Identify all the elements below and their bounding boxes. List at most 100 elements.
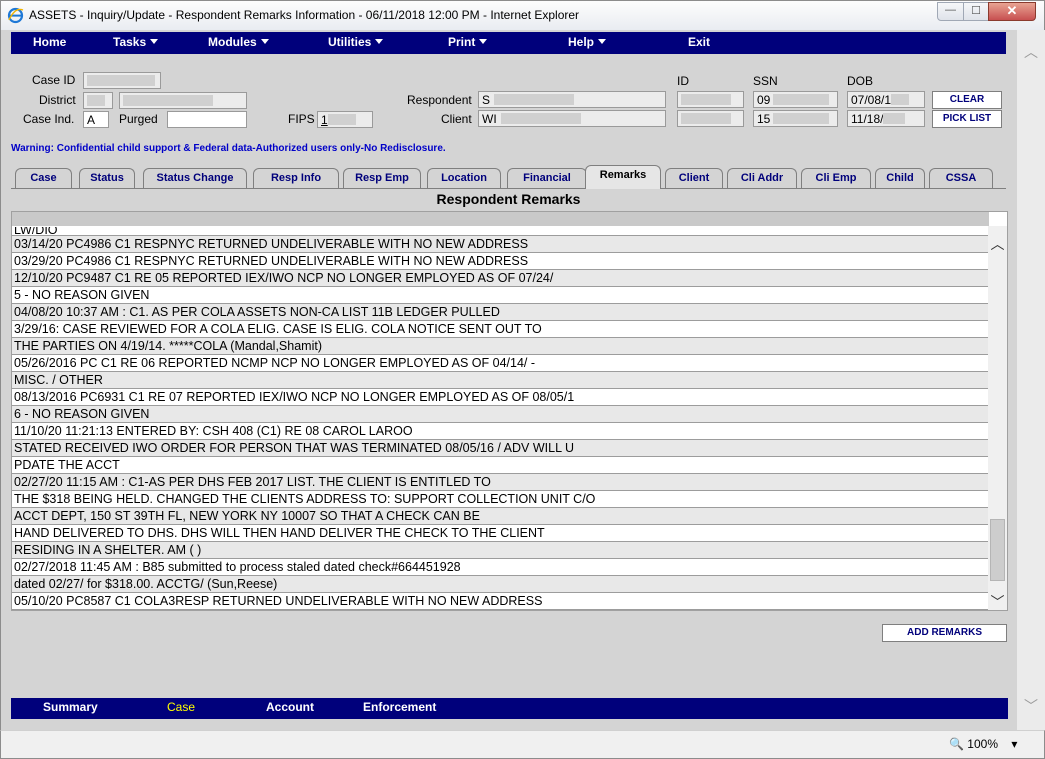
clear-button[interactable]: CLEAR [932,91,1002,109]
respondent-name-field[interactable]: S [478,91,666,108]
client-dob-field[interactable]: 11/18/ [847,110,925,127]
bottom-nav-case[interactable]: Case [167,700,195,714]
tab-bar: Case Status Status Change Resp Info Resp Emp… [11,165,1006,189]
remarks-scrollbar[interactable]: ︿ ﹀ [988,226,1007,610]
redacted-value [891,94,910,105]
tab-financial[interactable]: Financial [507,168,587,188]
case-ind-field[interactable]: A [83,111,109,128]
chevron-down-icon [150,39,159,44]
close-button[interactable]: ✕ [988,2,1036,21]
internet-explorer-icon [7,7,24,24]
nav-utilities[interactable]: Utilities [328,35,384,49]
redacted-value [883,113,906,124]
remark-line: 03/29/20 PC4986 C1 RESPNYC RETURNED UNDE… [12,253,989,270]
pick-list-button[interactable]: PICK LIST [932,110,1002,128]
nav-modules[interactable]: Modules [208,35,269,49]
remark-line: 3/29/16: CASE REVIEWED FOR A COLA ELIG. … [12,321,989,338]
remark-line: LW/DIO [12,227,989,236]
remark-line: 02/27/2018 11:45 AM : B85 submitted to p… [12,559,989,576]
nav-print-label: Print [448,35,476,49]
zoom-icon: 🔍 [949,737,964,751]
page-scroll-down-icon[interactable]: ﹀ [1017,696,1045,716]
case-id-label: Case ID [32,73,76,87]
respondent-id-field[interactable] [677,91,744,108]
remark-line: MISC. / OTHER [12,372,989,389]
page-scrollbar[interactable]: ︿ ﹀ [1017,30,1045,730]
remarks-list: LW/DIO 03/14/20 PC4986 C1 RESPNYC RETURNE… [12,227,989,610]
redacted-value [123,95,213,106]
fips-field[interactable]: 1 [317,111,373,128]
remark-line: 04/08/20 10:37 AM : C1. AS PER COLA ASSE… [12,304,989,321]
scroll-down-icon[interactable]: ﹀ [988,592,1007,610]
tab-status[interactable]: Status [79,168,135,188]
redacted-value [681,113,731,124]
client-name-field[interactable]: WI [478,110,666,127]
purged-label: Purged [119,112,158,126]
chevron-down-icon [479,39,488,44]
remark-line: 08/13/2016 PC6931 C1 RE 07 REPORTED IEX/… [12,389,989,406]
remark-line: 02/27/20 11:15 AM : C1-AS PER DHS FEB 20… [12,474,989,491]
fips-value: 1 [321,113,328,127]
client-ssn-field[interactable]: 15 [753,110,838,127]
scroll-up-icon[interactable]: ︿ [988,234,1007,252]
redacted-value [681,94,731,105]
chevron-down-icon[interactable]: ▾ [1011,737,1017,751]
tab-remarks[interactable]: Remarks [585,165,661,189]
nav-tasks[interactable]: Tasks [113,35,159,49]
nav-home-label: Home [33,35,67,49]
tab-resp-emp[interactable]: Resp Emp [343,168,421,188]
window-title: ASSETS - Inquiry/Update - Respondent Rem… [29,8,580,22]
bottom-nav-summary[interactable]: Summary [43,700,98,714]
tab-status-change[interactable]: Status Change [143,168,247,188]
page-scroll-up-icon[interactable]: ︿ [1017,42,1045,62]
section-title: Respondent Remarks [436,191,581,207]
confidentiality-warning: Warning: Confidential child support & Fe… [11,143,446,154]
purged-field[interactable] [167,111,247,128]
zoom-control[interactable]: 🔍 100% ▾ [949,737,1017,751]
nav-home[interactable]: Home [33,35,66,49]
tab-location[interactable]: Location [427,168,501,188]
nav-help[interactable]: Help [568,35,607,49]
tab-child[interactable]: Child [875,168,925,188]
tab-client[interactable]: Client [665,168,723,188]
tab-cssa[interactable]: CSSA [929,168,993,188]
bottom-nav-enforcement[interactable]: Enforcement [363,700,436,714]
redacted-value [87,95,105,106]
nav-print[interactable]: Print [448,35,488,49]
nav-exit-label: Exit [688,35,711,49]
nav-exit[interactable]: Exit [688,35,710,49]
tab-resp-info[interactable]: Resp Info [253,168,339,188]
remark-line: HAND DELIVERED TO DHS. DHS WILL THEN HAN… [12,525,989,542]
tab-cli-addr[interactable]: Cli Addr [727,168,797,188]
respondent-label: Respondent [407,93,472,107]
maximize-button[interactable]: ☐ [963,2,989,21]
remark-line: dated 02/27/ for $318.00. ACCTG/ (Sun,Re… [12,576,989,593]
tab-case[interactable]: Case [15,168,72,188]
remark-line: 5 - NO REASON GIVEN [12,287,989,304]
case-id-field[interactable] [83,72,161,89]
remark-line: THE $318 BEING HELD. CHANGED THE CLIENTS… [12,491,989,508]
respondent-dob-field[interactable]: 07/08/1 [847,91,925,108]
client-name-value: WI [482,112,497,126]
add-remarks-button[interactable]: ADD REMARKS [882,624,1007,642]
redacted-value [773,113,830,124]
chevron-down-icon [598,39,607,44]
maximize-icon: ☐ [971,5,981,17]
nav-tasks-label: Tasks [113,35,147,49]
remark-line: THE PARTIES ON 4/19/14. *****COLA (Manda… [12,338,989,355]
redacted-value [327,114,356,125]
remarks-panel[interactable]: LW/DIO 03/14/20 PC4986 C1 RESPNYC RETURNE… [11,211,1008,611]
tab-cli-emp[interactable]: Cli Emp [801,168,871,188]
district-name-field[interactable] [119,92,247,109]
redacted-value [773,94,830,105]
client-id-field[interactable] [677,110,744,127]
nav-utilities-label: Utilities [328,35,372,49]
minimize-button[interactable]: — [937,2,964,21]
remark-line: 05/26/2016 PC C1 RE 06 REPORTED NCMP NCP… [12,355,989,372]
scrollbar-thumb[interactable] [990,519,1005,581]
remark-line: 11/10/20 11:21:13 ENTERED BY: CSH 408 (C… [12,423,989,440]
respondent-ssn-field[interactable]: 09 [753,91,838,108]
zoom-level: 100% [967,737,998,751]
bottom-nav-account[interactable]: Account [266,700,314,714]
district-code-field[interactable] [83,92,113,109]
